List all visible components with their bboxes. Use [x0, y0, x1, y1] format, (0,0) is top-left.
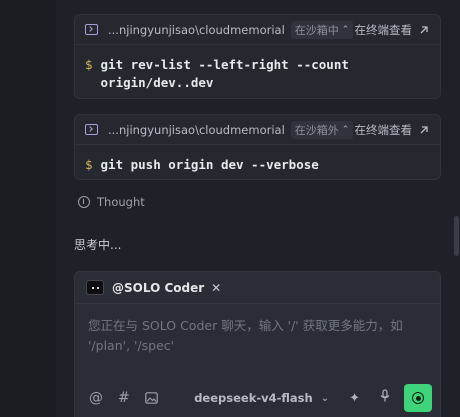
terminal-path: ...njingyunjisao\cloudmemorial: [108, 22, 285, 37]
terminal-path: ...njingyunjisao\cloudmemorial: [108, 122, 285, 137]
terminal-card: ...njingyunjisao\cloudmemorial 在沙箱中 ⌃ 在终…: [74, 14, 441, 99]
chat-toolbar: @ # deepseek-v4-flash ⌄ ✦: [75, 384, 440, 412]
stop-icon: [412, 392, 424, 404]
left-rail: [0, 0, 56, 417]
terminal-header: ...njingyunjisao\cloudmemorial 在沙箱中 ⌃ 在终…: [75, 15, 440, 45]
chat-input-box: @SOLO Coder ✕ 您正在与 SOLO Coder 聊天，输入 '/' …: [74, 271, 441, 417]
sparkle-icon[interactable]: ✦: [349, 391, 360, 406]
terminal-command-block: $ git push origin dev --verbose: [75, 145, 440, 179]
agent-avatar-icon: [86, 280, 104, 295]
open-in-terminal-label: 在终端查看: [354, 22, 413, 37]
thought-label: Thought: [97, 195, 145, 209]
scrollbar-thumb[interactable]: [454, 216, 459, 256]
chevron-updown-icon: ⌃: [341, 124, 350, 135]
terminal-command: git rev-list --left-right --count origin…: [100, 57, 349, 90]
arrow-up-right-icon: [418, 124, 430, 136]
terminal-card: ...njingyunjisao\cloudmemorial 在沙箱外 ⌃ 在终…: [74, 114, 441, 180]
image-icon[interactable]: [144, 392, 158, 404]
chevron-down-icon: ⌄: [320, 392, 330, 404]
thought-toggle[interactable]: Thought: [78, 195, 145, 209]
shell-prompt: $: [85, 157, 93, 172]
chat-input[interactable]: 您正在与 SOLO Coder 聊天，输入 '/' 获取更多能力，如 '/pla…: [88, 316, 408, 356]
sandbox-dropdown[interactable]: 在沙箱外 ⌃: [290, 120, 354, 139]
terminal-icon: [85, 124, 98, 135]
arrow-up-right-icon: [418, 24, 430, 36]
open-in-terminal-link[interactable]: 在终端查看: [355, 122, 431, 138]
terminal-header: ...njingyunjisao\cloudmemorial 在沙箱外 ⌃ 在终…: [75, 115, 440, 145]
terminal-icon: [85, 24, 98, 35]
shell-prompt: $: [85, 57, 93, 72]
send-button[interactable]: [404, 384, 432, 412]
terminal-command: git push origin dev --verbose: [100, 157, 319, 172]
open-in-terminal-link[interactable]: 在终端查看: [355, 22, 431, 38]
model-name: deepseek-v4-flash: [194, 391, 313, 405]
at-mention-icon[interactable]: @: [89, 390, 103, 406]
agent-name: @SOLO Coder: [112, 280, 205, 295]
sandbox-dropdown[interactable]: 在沙箱中 ⌃: [290, 20, 354, 39]
model-selector[interactable]: deepseek-v4-flash ⌄: [194, 391, 329, 405]
agent-selector[interactable]: @SOLO Coder ✕: [75, 272, 440, 304]
sandbox-label: 在沙箱中: [294, 23, 339, 37]
open-in-terminal-label: 在终端查看: [354, 122, 413, 137]
sandbox-label: 在沙箱外: [294, 123, 339, 137]
thinking-status: 思考中...: [74, 238, 122, 252]
chevron-updown-icon: ⌃: [341, 24, 350, 35]
microphone-icon[interactable]: [380, 389, 390, 407]
info-circle-icon: [78, 196, 90, 208]
terminal-command-block: $ git rev-list --left-right --count orig…: [75, 45, 440, 98]
tools-icon: ✕: [211, 280, 222, 295]
hash-icon[interactable]: #: [118, 390, 130, 406]
